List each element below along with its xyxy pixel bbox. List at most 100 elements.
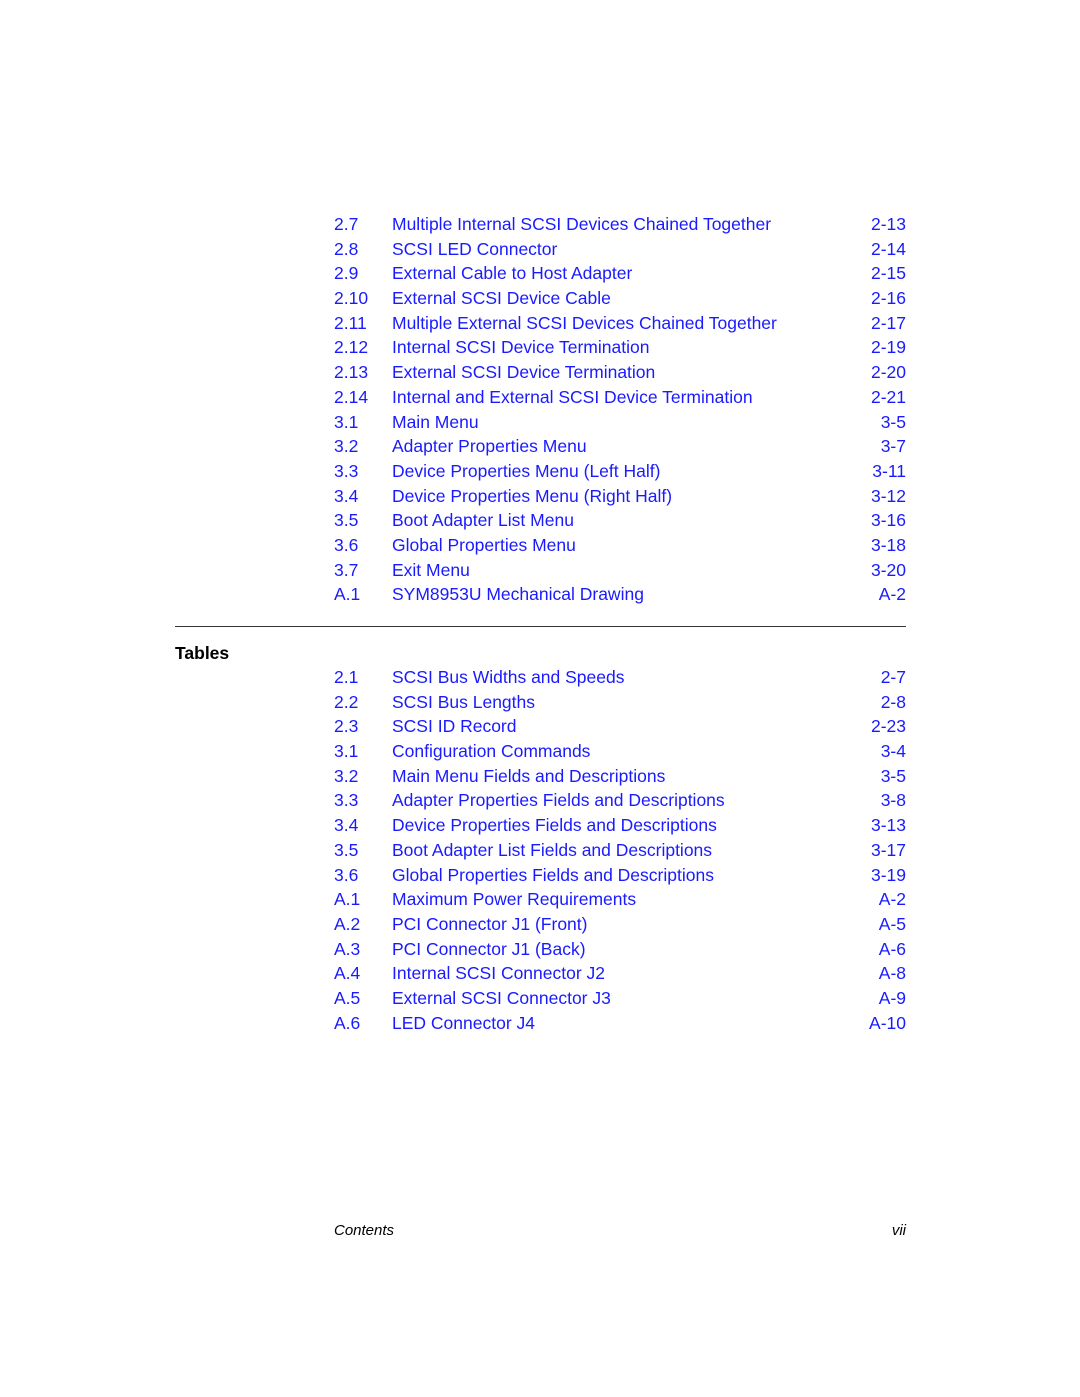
entry-page-link[interactable]: 3-12: [871, 484, 906, 509]
entry-page-link[interactable]: 2-7: [881, 665, 906, 690]
table-entry[interactable]: 3.2 Main Menu Fields and Descriptions 3-…: [334, 764, 906, 789]
entry-title-link[interactable]: Main Menu Fields and Descriptions: [392, 764, 665, 789]
entry-page-link[interactable]: A-8: [879, 961, 906, 986]
entry-page-link[interactable]: 2-19: [871, 335, 906, 360]
entry-title-link[interactable]: Device Properties Fields and Description…: [392, 813, 717, 838]
entry-number: 2.11: [334, 312, 367, 333]
entry-title-link[interactable]: Boot Adapter List Menu: [392, 508, 574, 533]
entry-title-link[interactable]: Internal SCSI Connector J2: [392, 961, 605, 986]
table-entry[interactable]: A.1 Maximum Power Requirements A-2: [334, 887, 906, 912]
entry-title-link[interactable]: SCSI ID Record: [392, 714, 516, 739]
entry-title-link[interactable]: LED Connector J4: [392, 1011, 535, 1036]
entry-title-link[interactable]: Device Properties Menu (Left Half): [392, 459, 660, 484]
entry-page-link[interactable]: 3-13: [871, 813, 906, 838]
entry-page-link[interactable]: 3-5: [881, 410, 906, 435]
entry-title-link[interactable]: Exit Menu: [392, 558, 470, 583]
entry-page-link[interactable]: A-2: [879, 582, 906, 607]
entry-title-link[interactable]: SCSI LED Connector: [392, 237, 557, 262]
entry-page-link[interactable]: 3-20: [871, 558, 906, 583]
entry-page-link[interactable]: 3-5: [881, 764, 906, 789]
entry-title-link[interactable]: PCI Connector J1 (Front): [392, 912, 587, 937]
entry-page-link[interactable]: 2-13: [871, 212, 906, 237]
figure-entry[interactable]: 3.6 Global Properties Menu 3-18: [334, 533, 906, 558]
figure-entry[interactable]: 3.4 Device Properties Menu (Right Half) …: [334, 484, 906, 509]
entry-title-link[interactable]: SCSI Bus Lengths: [392, 690, 535, 715]
entry-title-link[interactable]: SCSI Bus Widths and Speeds: [392, 665, 624, 690]
entry-page-link[interactable]: 2-8: [881, 690, 906, 715]
entry-title-link[interactable]: Global Properties Fields and Description…: [392, 863, 714, 888]
entry-title-link[interactable]: External SCSI Device Termination: [392, 360, 655, 385]
entry-page-link[interactable]: 2-15: [871, 261, 906, 286]
entry-title-link[interactable]: Adapter Properties Menu: [392, 434, 587, 459]
figure-entry[interactable]: 3.5 Boot Adapter List Menu 3-16: [334, 508, 906, 533]
entry-title-link[interactable]: Internal and External SCSI Device Termin…: [392, 385, 753, 410]
entry-title-link[interactable]: Maximum Power Requirements: [392, 887, 636, 912]
figure-entry[interactable]: 2.12 Internal SCSI Device Termination 2-…: [334, 335, 906, 360]
entry-page-link[interactable]: A-6: [879, 937, 906, 962]
entry-page-link[interactable]: 3-16: [871, 508, 906, 533]
entry-title-link[interactable]: External SCSI Device Cable: [392, 286, 611, 311]
figure-entry[interactable]: 2.9 External Cable to Host Adapter 2-15: [334, 261, 906, 286]
entry-page-link[interactable]: 3-19: [871, 863, 906, 888]
table-entry[interactable]: A.6 LED Connector J4 A-10: [334, 1011, 906, 1036]
entry-page-link[interactable]: 2-14: [871, 237, 906, 262]
section-divider: [175, 626, 906, 627]
entry-page-link[interactable]: 3-8: [881, 788, 906, 813]
entry-title-link[interactable]: Adapter Properties Fields and Descriptio…: [392, 788, 725, 813]
entry-page-link[interactable]: 3-17: [871, 838, 906, 863]
entry-page-link[interactable]: 2-23: [871, 714, 906, 739]
entry-title-link[interactable]: SYM8953U Mechanical Drawing: [392, 582, 644, 607]
figure-entry[interactable]: 2.13 External SCSI Device Termination 2-…: [334, 360, 906, 385]
entry-page-link[interactable]: A-5: [879, 912, 906, 937]
table-entry[interactable]: 3.5 Boot Adapter List Fields and Descrip…: [334, 838, 906, 863]
entry-title-link[interactable]: External SCSI Connector J3: [392, 986, 611, 1011]
table-entry[interactable]: 3.3 Adapter Properties Fields and Descri…: [334, 788, 906, 813]
entry-page-link[interactable]: 3-4: [881, 739, 906, 764]
entry-title-link[interactable]: External Cable to Host Adapter: [392, 261, 632, 286]
figure-entry[interactable]: 3.2 Adapter Properties Menu 3-7: [334, 434, 906, 459]
table-entry[interactable]: 3.4 Device Properties Fields and Descrip…: [334, 813, 906, 838]
entry-title-link[interactable]: Global Properties Menu: [392, 533, 576, 558]
figure-entry[interactable]: 2.14 Internal and External SCSI Device T…: [334, 385, 906, 410]
entry-page-link[interactable]: 3-11: [872, 459, 906, 484]
entry-number: 2.9: [334, 263, 359, 284]
table-entry[interactable]: 2.3 SCSI ID Record 2-23: [334, 714, 906, 739]
figure-entry[interactable]: A.1 SYM8953U Mechanical Drawing A-2: [334, 582, 906, 607]
table-entry[interactable]: A.2 PCI Connector J1 (Front) A-5: [334, 912, 906, 937]
entry-title-link[interactable]: Multiple External SCSI Devices Chained T…: [392, 311, 777, 336]
figure-entry[interactable]: 2.8 SCSI LED Connector 2-14: [334, 237, 906, 262]
entry-page-link[interactable]: A-2: [879, 887, 906, 912]
entry-number: 2.8: [334, 238, 359, 259]
figure-entry[interactable]: 3.1 Main Menu 3-5: [334, 410, 906, 435]
table-entry[interactable]: A.4 Internal SCSI Connector J2 A-8: [334, 961, 906, 986]
entry-page-link[interactable]: 3-7: [881, 434, 906, 459]
entry-page-link[interactable]: A-10: [869, 1011, 906, 1036]
tables-toc-list: 2.1 SCSI Bus Widths and Speeds 2-7 2.2 S…: [334, 665, 906, 1035]
entry-page-link[interactable]: 2-17: [871, 311, 906, 336]
entry-title-link[interactable]: Configuration Commands: [392, 739, 590, 764]
table-entry[interactable]: A.3 PCI Connector J1 (Back) A-6: [334, 937, 906, 962]
entry-page-link[interactable]: 2-20: [871, 360, 906, 385]
entry-title-link[interactable]: Multiple Internal SCSI Devices Chained T…: [392, 212, 771, 237]
entry-title-link[interactable]: Main Menu: [392, 410, 479, 435]
figure-entry[interactable]: 2.10 External SCSI Device Cable 2-16: [334, 286, 906, 311]
entry-title-link[interactable]: Boot Adapter List Fields and Description…: [392, 838, 712, 863]
figure-entry[interactable]: 3.7 Exit Menu 3-20: [334, 558, 906, 583]
entry-page-link[interactable]: 2-21: [871, 385, 906, 410]
table-entry[interactable]: 3.1 Configuration Commands 3-4: [334, 739, 906, 764]
entry-title-link[interactable]: Device Properties Menu (Right Half): [392, 484, 672, 509]
entry-page-link[interactable]: A-9: [879, 986, 906, 1011]
table-entry[interactable]: 2.2 SCSI Bus Lengths 2-8: [334, 690, 906, 715]
entry-title-link[interactable]: PCI Connector J1 (Back): [392, 937, 586, 962]
entry-title-link[interactable]: Internal SCSI Device Termination: [392, 335, 649, 360]
table-entry[interactable]: 2.1 SCSI Bus Widths and Speeds 2-7: [334, 665, 906, 690]
entry-number: 3.6: [334, 864, 359, 885]
figure-entry[interactable]: 3.3 Device Properties Menu (Left Half) 3…: [334, 459, 906, 484]
entry-number: 3.2: [334, 436, 359, 457]
entry-page-link[interactable]: 3-18: [871, 533, 906, 558]
table-entry[interactable]: A.5 External SCSI Connector J3 A-9: [334, 986, 906, 1011]
table-entry[interactable]: 3.6 Global Properties Fields and Descrip…: [334, 863, 906, 888]
figure-entry[interactable]: 2.7 Multiple Internal SCSI Devices Chain…: [334, 212, 906, 237]
entry-page-link[interactable]: 2-16: [871, 286, 906, 311]
figure-entry[interactable]: 2.11 Multiple External SCSI Devices Chai…: [334, 311, 906, 336]
